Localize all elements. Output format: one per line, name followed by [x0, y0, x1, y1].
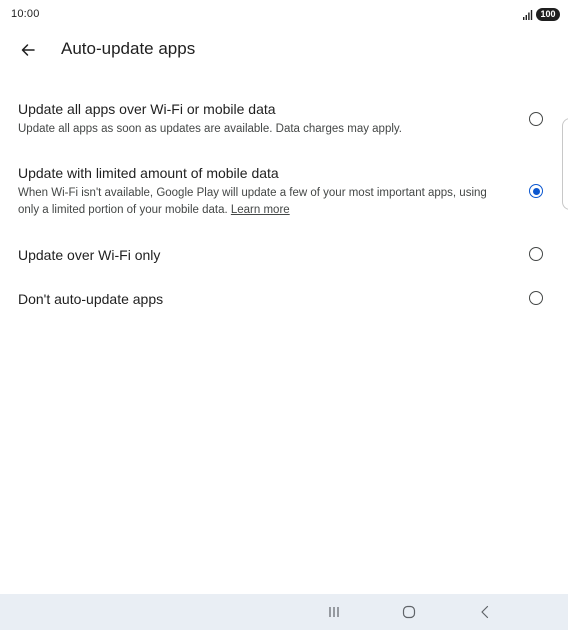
home-button[interactable]	[401, 604, 417, 620]
recents-button[interactable]	[326, 604, 342, 620]
status-time: 10:00	[11, 8, 40, 20]
arrow-back-icon	[21, 44, 35, 56]
status-bar: 10:00 100	[0, 0, 568, 30]
nav-back-icon	[481, 605, 489, 619]
navigation-bar	[0, 594, 568, 630]
radio-button[interactable]	[529, 247, 543, 261]
option-dont-auto-update[interactable]: Don't auto-update apps	[0, 285, 568, 315]
option-update-limited-mobile-data[interactable]: Update with limited amount of mobile dat…	[0, 158, 568, 228]
option-title: Update over Wi-Fi only	[18, 247, 161, 263]
edge-panel-handle[interactable]	[562, 118, 568, 210]
screen: 10:00 100 Auto-update apps Update all ap…	[0, 0, 568, 630]
radio-button[interactable]	[529, 112, 543, 126]
radio-selected-dot	[532, 187, 540, 195]
option-title: Don't auto-update apps	[18, 291, 164, 307]
learn-more-link[interactable]: Learn more	[231, 204, 290, 216]
option-description: Update all apps as soon as updates are a…	[18, 123, 402, 135]
battery-level: 100	[536, 8, 560, 21]
option-title: Update all apps over Wi-Fi or mobile dat…	[18, 101, 276, 117]
page-title: Auto-update apps	[61, 39, 196, 58]
home-icon	[402, 605, 416, 619]
app-bar: Auto-update apps	[0, 30, 568, 70]
option-update-wifi-only[interactable]: Update over Wi-Fi only	[0, 240, 568, 270]
back-button[interactable]	[14, 36, 42, 64]
option-description-block: When Wi-Fi isn't available, Google Play …	[18, 185, 498, 219]
option-update-all-wifi-or-mobile[interactable]: Update all apps over Wi-Fi or mobile dat…	[0, 94, 568, 146]
signal-bars-icon	[523, 10, 533, 20]
option-title: Update with limited amount of mobile dat…	[18, 165, 279, 181]
radio-button[interactable]	[529, 291, 543, 305]
nav-back-button[interactable]	[477, 604, 493, 620]
recents-icon	[329, 607, 339, 617]
radio-button-selected[interactable]	[529, 184, 543, 198]
